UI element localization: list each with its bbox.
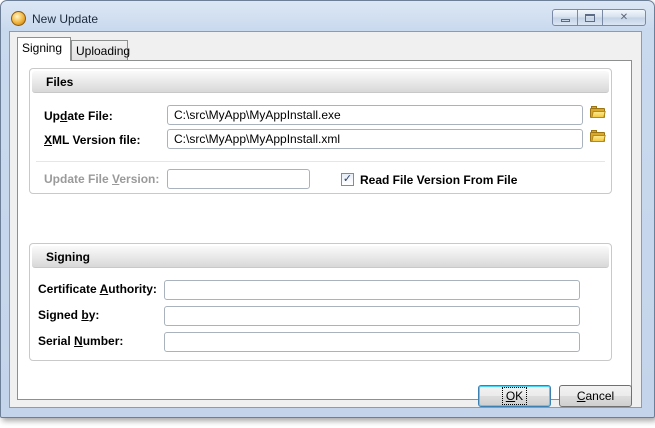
title-bar[interactable]: New Update ✕: [1, 1, 654, 31]
dialog-client-area: Signing Uploading Files Update File: XML…: [9, 31, 642, 408]
signing-group: Signing Certificate Authority: Signed by…: [29, 243, 612, 361]
cancel-label-post: ancel: [585, 389, 615, 403]
signed-by-label-post: y:: [88, 308, 100, 322]
xml-version-file-label: XML Version file:: [44, 133, 140, 147]
files-divider: [36, 161, 605, 162]
maximize-button[interactable]: [578, 9, 603, 26]
close-button[interactable]: ✕: [603, 9, 646, 26]
minimize-icon: [560, 19, 570, 22]
cert-label-pre: Certificate: [38, 282, 100, 296]
update-file-input[interactable]: [167, 105, 583, 125]
window-title: New Update: [32, 12, 99, 26]
signed-by-label-key: b: [81, 308, 89, 322]
browse-xml-file-icon[interactable]: [590, 130, 606, 142]
signing-tab-page: Files Update File: XML Version file: Upd…: [17, 60, 632, 400]
ok-label-post: K: [515, 389, 524, 403]
files-group-title: Files: [46, 75, 74, 89]
checkmark-icon: ✓: [342, 173, 353, 185]
tab-signing-label: Signing: [22, 41, 63, 55]
update-file-label-pre: Up: [44, 109, 60, 123]
browse-update-file-icon[interactable]: [590, 106, 606, 118]
files-group: Files Update File: XML Version file: Upd…: [29, 68, 612, 194]
read-version-checkbox-label[interactable]: Read File Version From File: [360, 173, 517, 187]
serial-label-post: umber:: [82, 334, 124, 348]
xml-file-label-post: ML Version file:: [52, 133, 141, 147]
update-file-label-post: ate File:: [67, 109, 113, 123]
maximize-icon: [585, 13, 595, 22]
cert-label-key: A: [99, 282, 109, 296]
ok-button-label: OK: [501, 387, 528, 405]
update-file-version-label: Update File Version:: [44, 172, 159, 186]
signing-group-header: Signing: [32, 246, 609, 268]
cert-label-post: uthority:: [108, 282, 157, 296]
tab-signing[interactable]: Signing: [17, 37, 71, 61]
update-file-label: Update File:: [44, 109, 113, 123]
tab-uploading[interactable]: Uploading: [71, 40, 131, 62]
close-icon: ✕: [619, 12, 629, 23]
update-app-icon: [11, 11, 26, 26]
serial-number-label: Serial Number:: [38, 334, 123, 348]
version-label-pre: Update File: [44, 172, 113, 186]
xml-file-label-key: X: [44, 133, 53, 147]
ok-label-key: O: [505, 389, 516, 403]
files-group-header: Files: [32, 71, 609, 93]
signed-by-label-pre: Signed: [38, 308, 82, 322]
caption-buttons: ✕: [552, 9, 646, 26]
serial-label-pre: Serial: [38, 334, 75, 348]
xml-version-file-input[interactable]: [167, 129, 583, 149]
signed-by-input[interactable]: [164, 306, 580, 326]
update-file-version-input[interactable]: [167, 169, 310, 189]
minimize-button[interactable]: [552, 9, 578, 26]
ok-button[interactable]: OK: [478, 385, 551, 407]
signed-by-label: Signed by:: [38, 308, 99, 322]
serial-number-input[interactable]: [164, 332, 580, 352]
tab-uploading-label: Uploading: [76, 44, 131, 58]
certificate-authority-input[interactable]: [164, 280, 580, 300]
cancel-button[interactable]: Cancel: [559, 385, 632, 407]
new-update-window: New Update ✕ Signing Uploading Files Upd…: [0, 0, 655, 418]
serial-label-key: N: [74, 334, 83, 348]
certificate-authority-label: Certificate Authority:: [38, 282, 157, 296]
cancel-button-label: Cancel: [575, 389, 616, 403]
read-version-checkbox[interactable]: ✓: [341, 173, 354, 186]
version-label-post: ersion:: [119, 172, 160, 186]
signing-group-title: Signing: [46, 250, 90, 264]
